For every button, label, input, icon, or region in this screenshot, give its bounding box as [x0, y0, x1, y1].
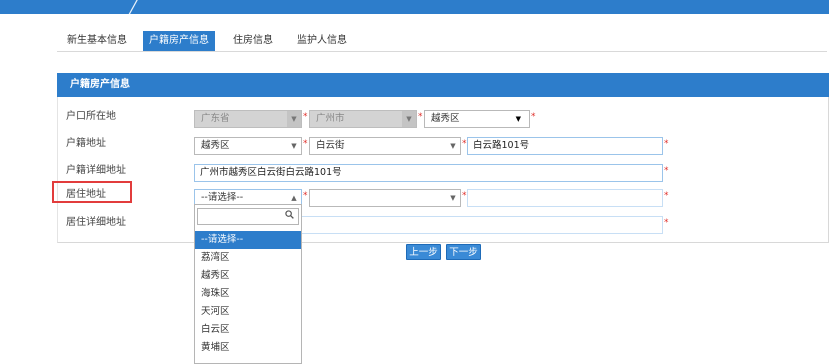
hukou-district-value: 越秀区 — [431, 113, 460, 124]
required-asterisk: * — [531, 112, 536, 122]
chevron-down-icon: ▼ — [402, 111, 416, 127]
residence-address-label: 居住地址 — [66, 189, 106, 200]
required-asterisk: * — [303, 112, 308, 122]
panel-title: 户籍房产信息 — [70, 79, 130, 90]
dropdown-option[interactable]: 越秀区 — [195, 267, 301, 285]
chevron-down-icon: ▼ — [450, 194, 456, 202]
panel-header: 户籍房产信息 — [57, 73, 829, 97]
required-asterisk: * — [664, 139, 669, 149]
dropdown-option[interactable]: 黄埔区 — [195, 339, 301, 357]
tab-guardian-info[interactable]: 监护人信息 — [297, 31, 347, 51]
dropdown-search-input[interactable] — [197, 208, 299, 225]
dropdown-option[interactable]: 白云区 — [195, 321, 301, 339]
dropdown-option[interactable]: 海珠区 — [195, 285, 301, 303]
next-step-button[interactable]: 下一步 — [446, 244, 481, 260]
hukou-location-label: 户口所在地 — [66, 111, 116, 122]
chevron-down-icon: ▼ — [291, 142, 297, 150]
residence-detail-input[interactable] — [300, 216, 663, 234]
dropdown-option[interactable]: 天河区 — [195, 303, 301, 321]
hukou-detail-label: 户籍详细地址 — [66, 165, 126, 176]
required-asterisk: * — [462, 191, 467, 201]
required-asterisk: * — [462, 139, 467, 149]
hukou-district-select[interactable]: 越秀区 ▼ — [424, 110, 530, 128]
hukou-city-select[interactable]: 广州市 ▼ — [309, 110, 417, 128]
residence-road-input[interactable] — [467, 189, 663, 207]
header-divider — [128, 0, 138, 14]
dropdown-option[interactable]: 荔湾区 — [195, 249, 301, 267]
top-header-bar — [0, 0, 829, 14]
hukou-city-value: 广州市 — [316, 113, 345, 124]
hukou-address-label: 户籍地址 — [66, 138, 106, 149]
hukou-address-street-select[interactable]: 白云街 ▼ — [309, 137, 461, 155]
required-asterisk: * — [664, 218, 669, 228]
required-asterisk: * — [664, 191, 669, 201]
residence-street-select[interactable]: ▼ — [309, 189, 461, 207]
hukou-address-district-select[interactable]: 越秀区 ▼ — [194, 137, 302, 155]
hukou-address-district-value: 越秀区 — [201, 140, 230, 151]
required-asterisk: * — [418, 112, 423, 122]
required-asterisk: * — [664, 166, 669, 176]
tab-hukou-property-info[interactable]: 户籍房产信息 — [143, 31, 215, 51]
residence-district-value: --请选择-- — [201, 192, 244, 203]
search-icon — [285, 210, 294, 222]
chevron-down-icon: ▼ — [450, 142, 456, 150]
chevron-down-icon: ▼ — [515, 115, 521, 123]
tab-housing-info[interactable]: 住房信息 — [233, 31, 273, 51]
hukou-detail-input[interactable]: 广州市越秀区白云街白云路101号 — [194, 164, 663, 182]
required-asterisk: * — [303, 191, 308, 201]
chevron-down-icon: ▼ — [287, 111, 301, 127]
dropdown-option[interactable]: --请选择-- — [195, 231, 301, 249]
hukou-address-street-value: 白云街 — [316, 140, 345, 151]
hukou-address-road-input[interactable]: 白云路101号 — [467, 137, 663, 155]
prev-step-button[interactable]: 上一步 — [406, 244, 441, 260]
tab-underline — [57, 51, 827, 52]
tab-newborn-basic-info[interactable]: 新生基本信息 — [67, 31, 127, 51]
required-asterisk: * — [303, 139, 308, 149]
hukou-province-select[interactable]: 广东省 ▼ — [194, 110, 302, 128]
hukou-province-value: 广东省 — [201, 113, 230, 124]
residence-detail-label: 居住详细地址 — [66, 217, 126, 228]
